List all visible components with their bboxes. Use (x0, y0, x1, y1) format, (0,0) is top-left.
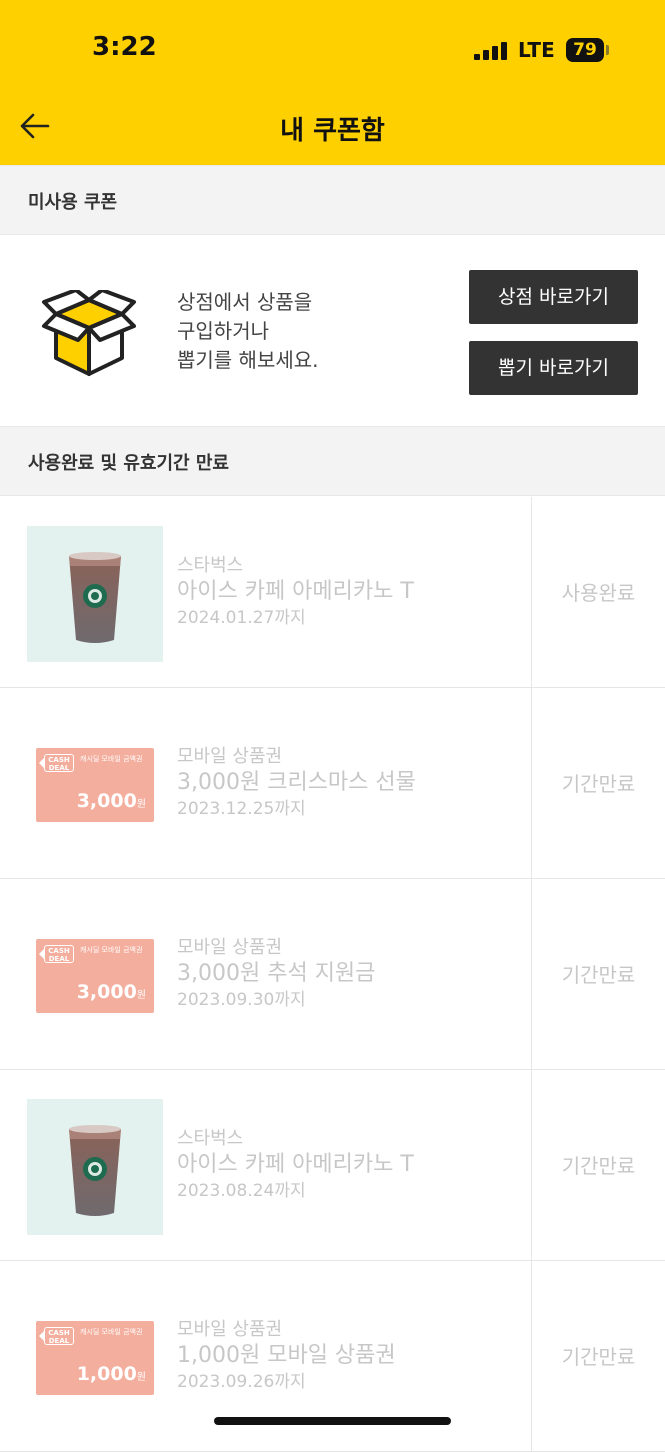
coupon-brand: 스타벅스 (177, 555, 244, 576)
coupon-row[interactable]: 스타벅스 아이스 카페 아메리카노 T 2023.08.24까지 기간만료 (0, 1070, 665, 1261)
voucher-caption: 캐시딜 모바일 금액권 (80, 755, 143, 763)
network-label: LTE (518, 38, 555, 62)
cash-voucher-image: CASH DEAL 캐시딜 모바일 금액권 3,000원 (36, 748, 154, 822)
coupon-name: 아이스 카페 아메리카노 T (177, 1152, 414, 1177)
coupon-row[interactable]: CASH DEAL 캐시딜 모바일 금액권 3,000원 모바일 상품권 3,0… (0, 879, 665, 1070)
voucher-amount-value: 1,000 (76, 1363, 137, 1385)
voucher-amount-value: 3,000 (76, 981, 137, 1003)
voucher-amount-unit: 원 (136, 1372, 146, 1383)
battery-icon: 79 (566, 38, 604, 62)
starbucks-coffee-image (27, 526, 163, 662)
coupon-name: 3,000원 추석 지원금 (177, 961, 376, 986)
battery-cap (606, 45, 609, 55)
coupon-status: 기간만료 (561, 1154, 636, 1178)
voucher-amount: 3,000원 (77, 981, 146, 1003)
coupon-name: 1,000원 모바일 상품권 (177, 1343, 396, 1368)
voucher-amount-unit: 원 (136, 799, 146, 810)
unused-section-header: 미사용 쿠폰 (0, 165, 665, 235)
voucher-amount-value: 3,000 (76, 790, 137, 812)
coupon-info: 스타벅스 아이스 카페 아메리카노 T 2024.01.27까지 (177, 554, 414, 630)
coupon-expiry: 2023.09.30까지 (177, 990, 306, 1010)
voucher-caption: 캐시딜 모바일 금액권 (80, 946, 143, 954)
voucher-amount: 3,000원 (77, 790, 146, 812)
voucher-caption: 캐시딜 모바일 금액권 (80, 1328, 143, 1336)
status-time: 3:22 (92, 32, 157, 62)
go-to-draw-button[interactable]: 뽑기 바로가기 (469, 341, 638, 395)
voucher-amount-unit: 원 (136, 990, 146, 1001)
cash-deal-logo: CASH DEAL (39, 945, 74, 963)
home-indicator (214, 1417, 451, 1425)
cash-deal-logo: CASH DEAL (39, 754, 74, 772)
starbucks-coffee-image (27, 1099, 163, 1235)
coupon-row[interactable]: CASH DEAL 캐시딜 모바일 금액권 3,000원 모바일 상품권 3,0… (0, 688, 665, 879)
unused-section-title: 미사용 쿠폰 (28, 192, 118, 213)
empty-message: 상점에서 상품을 구입하거나 뽑기를 해보세요. (177, 288, 319, 375)
coupon-expiry: 2023.12.25까지 (177, 799, 306, 819)
coupon-expiry: 2023.08.24까지 (177, 1181, 306, 1201)
coupon-info: 모바일 상품권 1,000원 모바일 상품권 2023.09.26까지 (177, 1318, 396, 1394)
coupon-status: 기간만료 (561, 963, 636, 987)
coupon-brand: 스타벅스 (177, 1128, 244, 1149)
coupon-brand: 모바일 상품권 (177, 746, 283, 767)
coupon-brand: 모바일 상품권 (177, 1319, 283, 1340)
coupon-expiry: 2024.01.27까지 (177, 608, 306, 628)
iced-coffee-icon (69, 1125, 121, 1216)
voucher-amount: 1,000원 (77, 1363, 146, 1385)
cash-voucher-image: CASH DEAL 캐시딜 모바일 금액권 1,000원 (36, 1321, 154, 1395)
coupon-brand: 모바일 상품권 (177, 937, 283, 958)
coupon-status: 기간만료 (561, 772, 636, 796)
used-section-title: 사용완료 및 유효기간 만료 (28, 453, 229, 474)
empty-message-line: 뽑기를 해보세요. (177, 348, 319, 372)
cash-deal-logo: CASH DEAL (39, 1327, 74, 1345)
coupon-row[interactable]: 스타벅스 아이스 카페 아메리카노 T 2024.01.27까지 사용완료 (0, 497, 665, 688)
signal-icon (474, 40, 508, 60)
empty-message-line: 구입하거나 (177, 319, 269, 343)
empty-message-line: 상점에서 상품을 (177, 290, 313, 314)
cash-voucher-image: CASH DEAL 캐시딜 모바일 금액권 3,000원 (36, 939, 154, 1013)
coupon-info: 모바일 상품권 3,000원 크리스마스 선물 2023.12.25까지 (177, 745, 416, 821)
coupon-info: 모바일 상품권 3,000원 추석 지원금 2023.09.30까지 (177, 936, 375, 1012)
open-box-icon (42, 290, 136, 376)
page-title: 내 쿠폰함 (280, 116, 385, 146)
coupon-name: 아이스 카페 아메리카노 T (177, 579, 414, 604)
coupon-status: 기간만료 (561, 1345, 636, 1369)
coupon-expiry: 2023.09.26까지 (177, 1372, 306, 1392)
coupon-name: 3,000원 크리스마스 선물 (177, 770, 416, 795)
used-section-header: 사용완료 및 유효기간 만료 (0, 426, 665, 496)
coupon-info: 스타벅스 아이스 카페 아메리카노 T 2023.08.24까지 (177, 1127, 414, 1203)
iced-coffee-icon (69, 552, 121, 643)
coupon-status: 사용완료 (561, 581, 636, 605)
go-to-store-button[interactable]: 상점 바로가기 (469, 270, 638, 324)
app-header: 3:22 LTE 79 내 쿠폰함 (0, 0, 665, 165)
